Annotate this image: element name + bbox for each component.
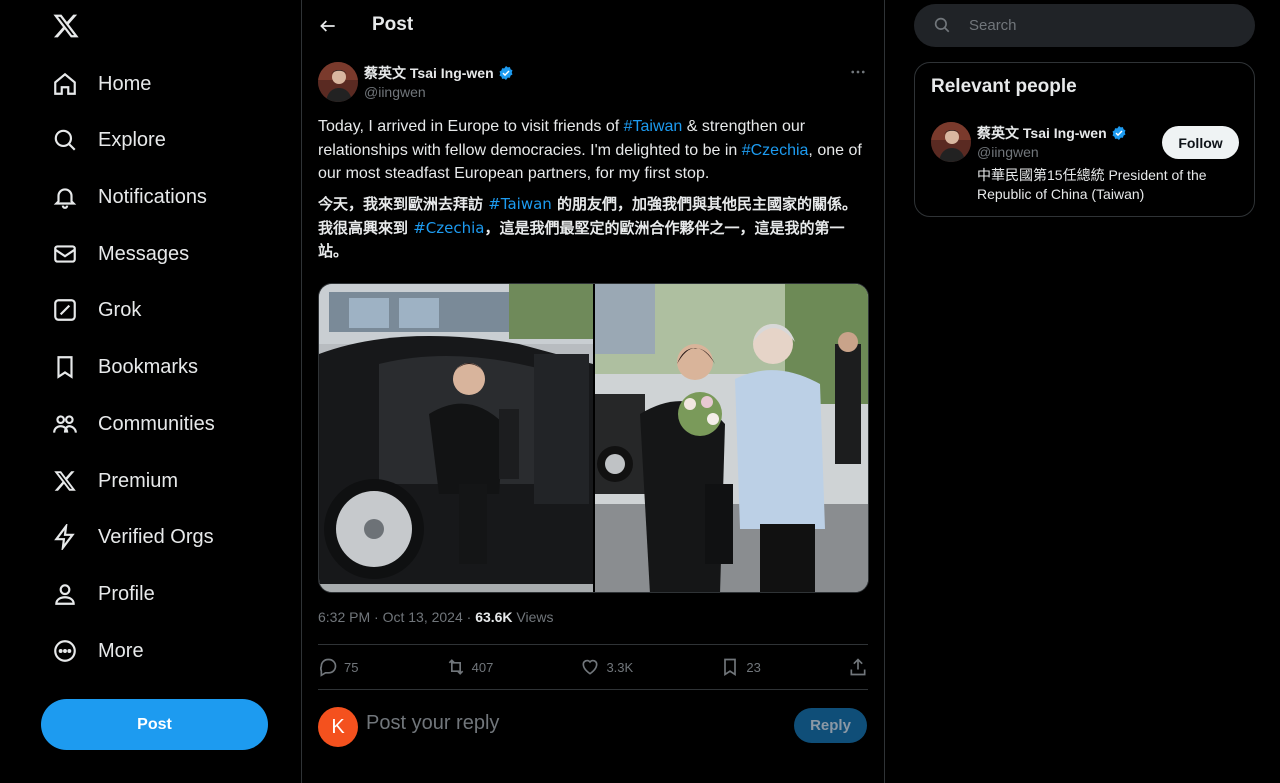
reply-input[interactable]: Post your reply: [366, 712, 499, 735]
like-count: 3.3K: [606, 659, 634, 675]
home-icon: [52, 71, 78, 97]
relevant-people-title: Relevant people: [931, 76, 1077, 97]
tweet-text-english: Today, I arrived in Europe to visit frie…: [318, 115, 868, 186]
nav-premium-label: Premium: [98, 469, 179, 492]
divider: [318, 644, 868, 645]
follow-button[interactable]: Follow: [1162, 126, 1239, 159]
nav-bookmarks[interactable]: Bookmarks: [40, 343, 210, 391]
lightning-icon: [52, 524, 78, 550]
people-icon: [52, 411, 78, 437]
person-name[interactable]: 蔡英文 Tsai Ing-wen: [977, 123, 1127, 143]
more-circle-icon: [52, 638, 78, 664]
nav-explore[interactable]: Explore: [40, 116, 178, 164]
nav-profile-label: Profile: [98, 582, 155, 605]
bookmark-icon: [52, 354, 78, 380]
reply-action[interactable]: 75: [318, 657, 358, 677]
x-logo-icon: [52, 468, 78, 494]
nav-bookmarks-label: Bookmarks: [98, 355, 199, 378]
reply-button[interactable]: Reply: [794, 708, 867, 743]
x-logo-icon[interactable]: [52, 12, 80, 40]
person-avatar[interactable]: [931, 122, 971, 162]
verified-badge-icon: [498, 65, 514, 81]
heart-icon: [580, 657, 600, 677]
nav-messages[interactable]: Messages: [40, 230, 201, 278]
timestamp[interactable]: 6:32 PM · Oct 13, 2024 ·: [318, 609, 475, 625]
nav-notifications[interactable]: Notifications: [40, 173, 219, 221]
tweet-text-chinese: 今天，我來到歐洲去拜訪 #Taiwan 的朋友們，加強我們與其他民主國家的關係。…: [318, 193, 868, 264]
nav-premium[interactable]: Premium: [40, 457, 190, 505]
nav-grok-label: Grok: [98, 298, 142, 321]
person-handle[interactable]: @iingwen: [977, 144, 1039, 160]
views-count: 63.6K: [475, 609, 513, 625]
left-sidebar: Home Explore Notifications Messages Grok…: [0, 0, 301, 783]
repost-count: 407: [471, 659, 494, 675]
bookmark-count: 23: [746, 659, 761, 675]
grok-icon: [52, 297, 78, 323]
person-name-text: 蔡英文 Tsai Ing-wen: [977, 125, 1107, 141]
user-avatar[interactable]: K: [318, 707, 358, 747]
hashtag-link[interactable]: #Taiwan: [624, 118, 683, 135]
reply-icon: [318, 657, 338, 677]
search-icon: [933, 16, 951, 34]
author-name-text: 蔡英文 Tsai Ing-wen: [364, 65, 494, 81]
share-icon: [848, 657, 868, 677]
nav-communities-label: Communities: [98, 412, 215, 435]
search-bar[interactable]: Search: [914, 4, 1255, 47]
repost-action[interactable]: 407: [446, 657, 494, 677]
top-bar: Post: [302, 0, 884, 52]
nav-home[interactable]: Home: [40, 60, 163, 108]
nav-profile[interactable]: Profile: [40, 570, 167, 618]
photo-flower-greeting[interactable]: [594, 284, 868, 592]
nav-messages-label: Messages: [98, 242, 190, 265]
photo-car-arrival[interactable]: [319, 284, 593, 592]
search-icon: [52, 127, 78, 153]
relevant-people-card: Relevant people 蔡英文 Tsai Ing-wen @iingwe…: [914, 62, 1255, 217]
hashtag-link[interactable]: #Czechia: [413, 219, 484, 237]
bell-icon: [52, 184, 78, 210]
nav-more[interactable]: More: [40, 627, 156, 675]
more-options-icon[interactable]: [848, 62, 868, 82]
nav-communities[interactable]: Communities: [40, 400, 227, 448]
reply-count: 75: [344, 659, 359, 675]
repost-icon: [446, 657, 466, 677]
like-action[interactable]: 3.3K: [580, 657, 633, 677]
share-action[interactable]: [848, 657, 868, 677]
author-name[interactable]: 蔡英文 Tsai Ing-wen: [364, 63, 514, 83]
hashtag-link[interactable]: #Czechia: [742, 142, 809, 159]
divider: [318, 689, 868, 690]
nav-more-label: More: [98, 639, 144, 662]
tweet-text-part: 今天，我來到歐洲去拜訪: [318, 195, 489, 213]
envelope-icon: [52, 241, 78, 267]
bookmark-action[interactable]: 23: [720, 657, 761, 677]
verified-badge-icon: [1111, 125, 1127, 141]
person-bio: 中華民國第15任總統 President of the Republic of …: [977, 167, 1207, 202]
main-column: Post 蔡英文 Tsai Ing-wen @iingwen Today, I …: [301, 0, 885, 783]
bookmark-icon: [720, 657, 740, 677]
hashtag-link[interactable]: #Taiwan: [488, 195, 552, 213]
author-avatar[interactable]: [318, 62, 358, 102]
page-title: Post: [372, 14, 414, 35]
tweet-text-part: Today, I arrived in Europe to visit frie…: [318, 118, 624, 135]
nav-grok[interactable]: Grok: [40, 286, 153, 334]
nav-verified-orgs-label: Verified Orgs: [98, 525, 214, 548]
tweet-media: [318, 283, 869, 593]
nav-notifications-label: Notifications: [98, 185, 207, 208]
tweet-meta: 6:32 PM · Oct 13, 2024 · 63.6K Views: [318, 609, 554, 625]
views-label: Views: [512, 609, 554, 625]
back-arrow-icon[interactable]: [316, 14, 340, 38]
nav-home-label: Home: [98, 72, 152, 95]
person-icon: [52, 581, 78, 607]
nav-explore-label: Explore: [98, 128, 166, 151]
nav-verified-orgs[interactable]: Verified Orgs: [40, 513, 226, 561]
compose-post-button[interactable]: Post: [41, 699, 268, 750]
search-placeholder: Search: [969, 17, 1017, 34]
tweet-actions: 75 407 3.3K 23: [318, 655, 868, 679]
author-handle[interactable]: @iingwen: [364, 84, 426, 100]
